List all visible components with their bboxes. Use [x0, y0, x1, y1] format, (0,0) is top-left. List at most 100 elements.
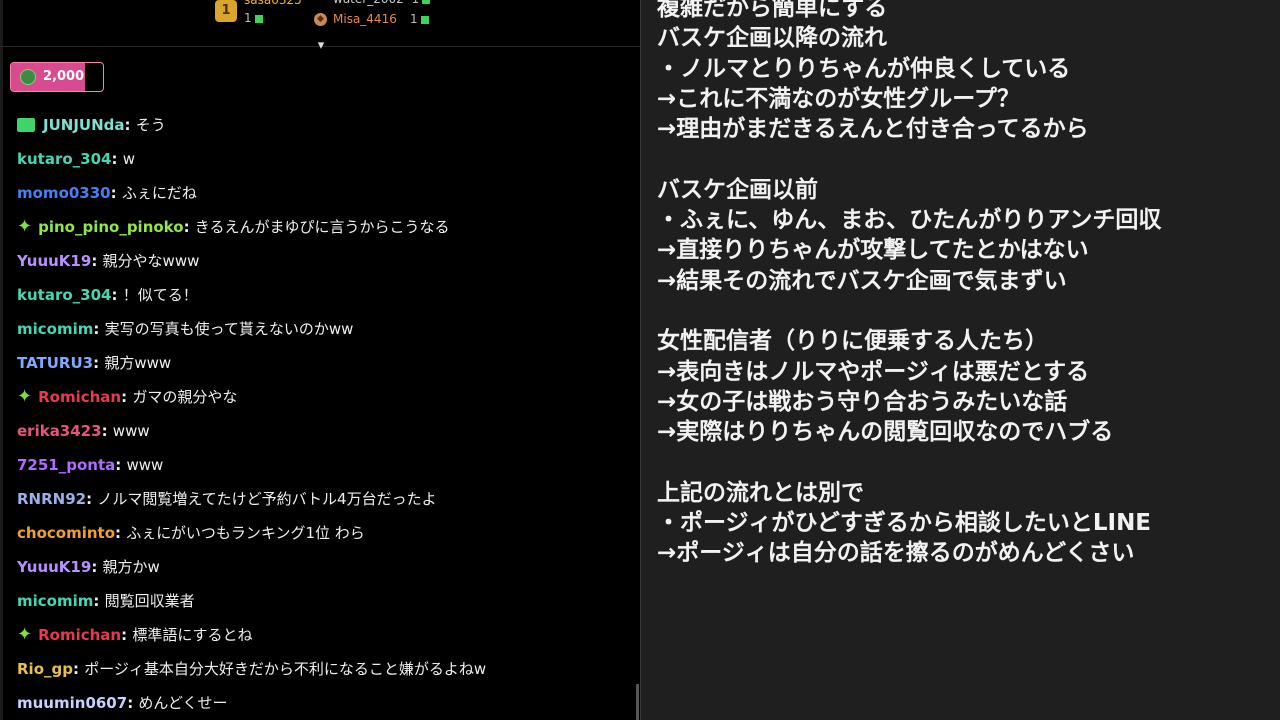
- chat-message-text: ノルマ閲覧増えてたけど予約バトル4万台だったよ: [97, 490, 437, 508]
- chat-message: kutaro_304: w: [17, 148, 637, 182]
- chat-message: ✦ Romichan: ガマの親分やな: [17, 386, 637, 420]
- leaderboard-entry[interactable]: Misa_4416: [333, 13, 397, 26]
- channel-points-icon: [20, 69, 36, 85]
- chat-message: momo0330: ふぇにだね: [17, 182, 637, 216]
- leaderboard-name: Misa_4416: [333, 12, 397, 26]
- gift-icon: [420, 15, 429, 24]
- chat-username[interactable]: JUNJUNda: [43, 116, 125, 134]
- gift-icon: [254, 14, 263, 23]
- chat-username[interactable]: YuuuK19: [17, 558, 91, 576]
- note-line: ・ノルマとりりちゃんが仲良くしている: [657, 55, 1071, 82]
- gift-icon: [422, 0, 431, 4]
- chat-username[interactable]: YuuuK19: [17, 252, 91, 270]
- note-line: →理由がまだきるえんと付き合ってるから: [657, 116, 1089, 143]
- chat-username[interactable]: micomim: [17, 592, 93, 610]
- username-separator: :: [127, 694, 139, 712]
- panel-edge: [0, 0, 3, 720]
- chat-message: chocominto: ふぇにがいつもランキング1位 わら: [17, 522, 637, 556]
- note-line: ・ポージィがひどすぎるから相談したいとLINE: [657, 510, 1152, 537]
- username-separator: :: [121, 626, 133, 644]
- username-separator: :: [124, 116, 136, 134]
- chat-message-text: 標準語にするとね: [132, 626, 253, 644]
- chat-message: muumin0607: めんどくせー: [17, 692, 637, 720]
- note-line: 女性配信者（りりに便乗する人たち）: [657, 328, 1048, 355]
- chat-username[interactable]: TATURU3: [17, 354, 93, 372]
- chat-message-text: ガマの親分やな: [132, 388, 238, 406]
- chat-message-text: 親分やなwww: [102, 252, 200, 270]
- chat-username[interactable]: Romichan: [38, 626, 121, 644]
- chat-message-text: 親方www: [104, 354, 172, 372]
- chat-username[interactable]: muumin0607: [17, 694, 127, 712]
- username-separator: :: [111, 150, 123, 168]
- chat-message-text: きるえんがまゆぴに言うからこうなる: [194, 218, 450, 236]
- chat-message-text: 親方かw: [102, 558, 160, 576]
- count-value: 1: [244, 11, 252, 25]
- notes-panel: 複雑だから簡単にする バスケ企画以降の流れ ・ノルマとりりちゃんが仲良くしている →こ…: [640, 0, 1280, 720]
- chat-username[interactable]: Rio_gp: [17, 660, 73, 678]
- note-line: ・ふぇに、ゆん、まお、ひたんがりりアンチ回収: [657, 207, 1162, 234]
- note-line: バスケ企画以降の流れ: [657, 25, 887, 52]
- username-separator: :: [91, 252, 103, 270]
- note-line: →表向きはノルマやポージィは悪だとする: [657, 358, 1090, 385]
- chat-message-text: 閲覧回収業者: [104, 592, 195, 610]
- note-line: →結果その流れでバスケ企画で気まずい: [657, 267, 1067, 294]
- chat-username[interactable]: micomim: [17, 320, 93, 338]
- chat-message-text: www: [126, 456, 164, 474]
- sparkle-icon[interactable]: ✦: [17, 624, 32, 646]
- username-separator: :: [72, 660, 85, 678]
- gold-medal-icon: 1: [215, 0, 237, 22]
- sub-gift-icon[interactable]: [17, 118, 35, 132]
- sparkle-icon[interactable]: ✦: [17, 216, 32, 238]
- chat-message-text: めんどくせー: [138, 694, 228, 712]
- username-separator: :: [93, 592, 105, 610]
- note-line: バスケ企画以前: [657, 176, 818, 203]
- chat-message: JUNJUNda: そう: [17, 114, 637, 148]
- username-separator: :: [111, 286, 123, 304]
- username-separator: :: [115, 524, 127, 542]
- note-line: 複雑だから簡単にする: [657, 0, 888, 21]
- chat-message: 7251_ponta: www: [17, 454, 637, 488]
- channel-points-button[interactable]: 2,000: [10, 62, 104, 92]
- username-separator: :: [121, 388, 133, 406]
- leaderboard-entry[interactable]: sasa0325: [244, 0, 302, 7]
- chat-username[interactable]: erika3423: [17, 422, 102, 440]
- chat-message: YuuuK19: 親分やなwww: [17, 250, 637, 284]
- username-separator: :: [86, 490, 98, 508]
- username-separator: :: [183, 218, 195, 236]
- chat-message: kutaro_304: ！似てる！: [17, 284, 637, 318]
- leaderboard-name: water_2002: [333, 0, 404, 6]
- chat-message-text: そう: [135, 116, 166, 134]
- username-separator: :: [110, 184, 122, 202]
- username-separator: :: [101, 422, 113, 440]
- points-amount: 2,000: [43, 69, 85, 84]
- chat-username[interactable]: pino_pino_pinoko: [38, 218, 183, 236]
- chat-message: RNRN92: ノルマ閲覧増えてたけど予約バトル4万台だったよ: [17, 488, 637, 522]
- chat-message-text: w: [122, 150, 135, 168]
- chat-message: TATURU3: 親方www: [17, 352, 637, 386]
- chat-username[interactable]: momo0330: [17, 184, 111, 202]
- chat-username[interactable]: 7251_ponta: [17, 456, 115, 474]
- username-separator: :: [91, 558, 103, 576]
- chat-username[interactable]: Romichan: [38, 388, 121, 406]
- leaderboard-count: 1: [410, 13, 429, 26]
- chat-message-list: JUNJUNda: そう kutaro_304: w momo0330: ふぇにだね…: [17, 114, 637, 720]
- note-line: →直接りりちゃんが攻撃してたとかはない: [657, 237, 1089, 264]
- chat-message-text: ！似てる！: [122, 286, 198, 304]
- chat-username[interactable]: RNRN92: [17, 490, 86, 508]
- chat-message-text: ふぇにがいつもランキング1位 わら: [126, 524, 365, 542]
- chat-username[interactable]: kutaro_304: [17, 150, 111, 168]
- expand-leaderboard-icon[interactable]: ▾: [312, 38, 330, 54]
- sparkle-icon[interactable]: ✦: [17, 386, 32, 408]
- chat-message-text: ポージィ基本自分大好きだから不利になること嫌がるよねw: [84, 660, 487, 678]
- chat-message: YuuuK19: 親方かw: [17, 556, 637, 590]
- username-separator: :: [93, 354, 105, 372]
- chat-username[interactable]: chocominto: [17, 524, 115, 542]
- chat-scrollbar[interactable]: [636, 684, 639, 720]
- chat-message: ✦ pino_pino_pinoko: きるえんがまゆぴに言うからこうなる: [17, 216, 637, 250]
- chat-message-text: 実写の写真も使って貰えないのかww: [104, 320, 354, 338]
- leaderboard-entry[interactable]: water_2002 1: [333, 0, 431, 6]
- chat-username[interactable]: kutaro_304: [17, 286, 111, 304]
- leaderboard-name: sasa0325: [244, 0, 302, 7]
- chat-message: Rio_gp: ポージィ基本自分大好きだから不利になること嫌がるよねw: [17, 658, 637, 692]
- leaderboard-count: 1: [244, 12, 263, 25]
